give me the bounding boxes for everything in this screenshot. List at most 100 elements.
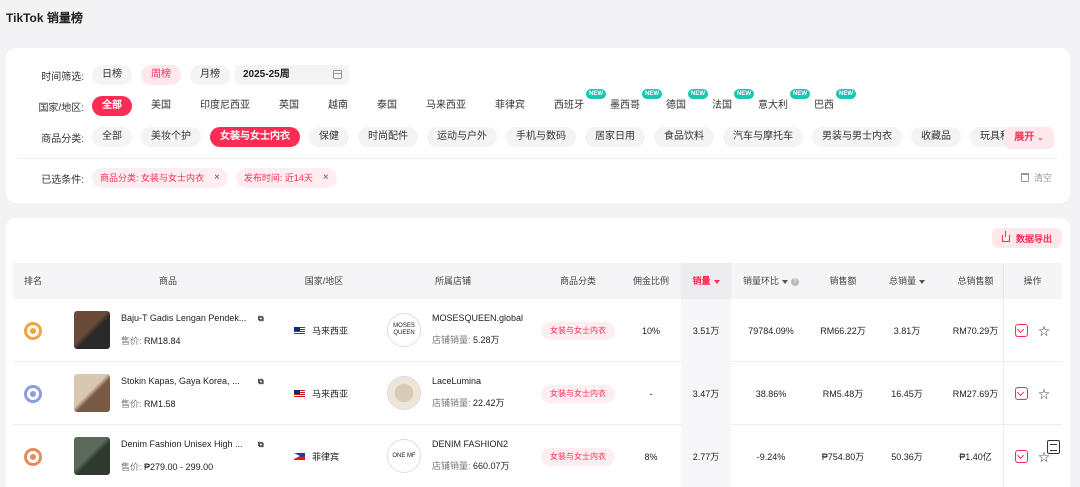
price-label: 售价: [121, 462, 142, 472]
price-value: RM1.58 [144, 399, 176, 409]
product-thumbnail[interactable] [74, 311, 110, 349]
revenue-cell: ₱754.80万 [821, 452, 865, 462]
table-row[interactable]: Baju-T Gadis Lengan Pendek... 售价: RM18.8… [13, 299, 1062, 362]
header-commission: 佣金比例 [632, 276, 669, 286]
week-picker[interactable]: 2025-25周 [235, 65, 349, 85]
category-option[interactable]: 汽车与摩托车 [723, 127, 803, 147]
header-region: 国家/地区 [304, 276, 344, 286]
star-icon[interactable]: ☆ [1038, 387, 1051, 401]
product-thumbnail[interactable] [74, 437, 110, 475]
category-option[interactable]: 时尚配件 [358, 127, 418, 147]
region-option[interactable]: 巴西 NEW [804, 89, 856, 116]
help-icon[interactable]: ? [791, 277, 799, 286]
actions-cell: ☆ [1003, 299, 1061, 362]
product-name[interactable]: Denim Fashion Unisex High ... [121, 439, 251, 449]
header-total-sales[interactable]: 总销量 [881, 263, 933, 299]
category-option[interactable]: 居家日用 [585, 127, 645, 147]
header-revenue[interactable]: 销售额 [813, 263, 873, 299]
region-option[interactable]: 西班牙 NEW [544, 89, 606, 116]
export-icon [1001, 230, 1010, 242]
shop-name[interactable]: MOSESQUEEN.global [432, 313, 523, 323]
price-label: 售价: [121, 336, 142, 346]
region-option[interactable]: 意大利 NEW [748, 89, 810, 116]
header-sales-change[interactable]: 销量环比? [731, 263, 811, 299]
export-button[interactable]: 数据导出 [991, 228, 1062, 248]
rank-cell [13, 425, 53, 487]
expand-button[interactable]: 展开 ⌄ [1004, 127, 1054, 149]
category-option[interactable]: 保健 [309, 127, 349, 147]
region-option[interactable]: 菲律宾 [485, 96, 535, 116]
time-option-month[interactable]: 月榜 [190, 65, 230, 85]
category-option[interactable]: 收藏品 [911, 127, 961, 147]
shop-name[interactable]: LaceLumina [432, 376, 481, 386]
category-option[interactable]: 美妆个护 [141, 127, 201, 147]
sales-cell: 3.47万 [681, 362, 731, 425]
region-option[interactable]: 全部 [92, 96, 132, 116]
chevron-down-icon: ⌄ [1037, 133, 1044, 142]
star-icon[interactable]: ☆ [1038, 324, 1051, 338]
product-name[interactable]: Stokin Kapas, Gaya Korea, ... [121, 376, 251, 386]
clear-label: 清空 [1033, 173, 1052, 183]
shop-logo[interactable]: ONE MF [387, 439, 421, 473]
region-option[interactable]: 英国 [269, 96, 309, 116]
category-tag: 女装与女士内衣 [541, 384, 615, 403]
product-thumbnail[interactable] [74, 374, 110, 412]
category-option[interactable]: 女装与女士内衣 [210, 127, 300, 147]
rank-medal-icon [24, 447, 42, 466]
table-row[interactable]: Stokin Kapas, Gaya Korea, ... 售价: RM1.58… [13, 362, 1062, 425]
category-filter-row: 商品分类: 全部 美妆个护 女装与女士内衣 保健 时尚配件 运动与户外 手机与数码 居家日用食… [6, 126, 1049, 148]
check-box-icon[interactable] [1014, 387, 1028, 400]
copy-icon[interactable]: ⧉ [258, 377, 264, 387]
check-box-icon[interactable] [1014, 324, 1028, 337]
region-option[interactable]: 马来西亚 [416, 96, 476, 116]
time-option-week[interactable]: 周榜 [141, 65, 181, 85]
document-icon[interactable] [1047, 440, 1060, 454]
category-option[interactable]: 运动与户外 [427, 127, 497, 147]
new-badge: NEW [836, 89, 856, 99]
product-price: 售价: RM18.84 [121, 334, 181, 347]
shop-sales-label: 店铺销量: [432, 461, 471, 471]
category-option[interactable]: 手机与数码 [506, 127, 576, 147]
total-revenue-cell: ₱1.40亿 [959, 452, 992, 462]
category-option[interactable]: 食品饮料 [654, 127, 714, 147]
header-total-revenue[interactable]: 总销售额 [948, 263, 1003, 299]
shop-sales: 店铺销量: 22.42万 [432, 396, 505, 409]
commission-cell: 10% [641, 325, 660, 336]
shop-name[interactable]: DENIM FASHION2 [432, 439, 508, 449]
close-icon[interactable]: × [323, 168, 329, 188]
revenue-cell: RM66.22万 [820, 326, 866, 336]
region-option[interactable]: 泰国 [367, 96, 407, 116]
table-row[interactable]: Denim Fashion Unisex High ... 售价: ₱279.0… [13, 425, 1062, 487]
table-header: 排名 商品 国家/地区 所属店铺 商品分类 佣金比例 销量 销量环比? 销售额 … [13, 263, 1062, 299]
close-icon[interactable]: × [214, 168, 220, 188]
category-option[interactable]: 男装与男士内衣 [812, 127, 902, 147]
region-filter-row: 国家/地区: 全部 美国 印度尼西亚 英国 越南 泰国 马来西亚 菲律宾 西班牙 NEW 墨西哥 NE… [6, 89, 856, 117]
region-option[interactable]: 墨西哥 NEW [600, 89, 662, 116]
header-rank: 排名 [23, 276, 42, 286]
region-option[interactable]: 印度尼西亚 [190, 96, 260, 116]
time-option-day[interactable]: 日榜 [92, 65, 132, 85]
calendar-icon[interactable] [333, 70, 342, 79]
header-product: 商品 [158, 276, 177, 286]
check-box-icon[interactable] [1014, 450, 1028, 463]
region-value: 菲律宾 [312, 452, 340, 462]
commission-cell: - [649, 388, 653, 399]
copy-icon[interactable]: ⧉ [258, 314, 264, 324]
product-name[interactable]: Baju-T Gadis Lengan Pendek... [121, 313, 251, 323]
clear-button[interactable]: 清空 [1020, 171, 1052, 184]
shop-logo[interactable]: MOSES QUEEN [387, 313, 421, 347]
shop-logo[interactable] [387, 376, 421, 410]
total-sales-cell: 3.81万 [893, 326, 921, 336]
applied-filters-label: 已选条件: [41, 174, 84, 186]
region-option[interactable]: 美国 [141, 96, 181, 116]
header-sales[interactable]: 销量 [681, 263, 731, 299]
sales-change-cell: 38.86% [755, 388, 787, 399]
page-title: TikTok 销量榜 [6, 11, 83, 25]
region-option[interactable]: 德国 NEW [656, 89, 708, 116]
shop-sales-label: 店铺销量: [432, 335, 471, 345]
region-option[interactable]: 越南 [318, 96, 358, 116]
category-option[interactable]: 全部 [92, 127, 132, 147]
region-value: 马来西亚 [312, 389, 349, 399]
copy-icon[interactable]: ⧉ [258, 440, 264, 450]
region-option[interactable]: 法国 NEW [702, 89, 754, 116]
